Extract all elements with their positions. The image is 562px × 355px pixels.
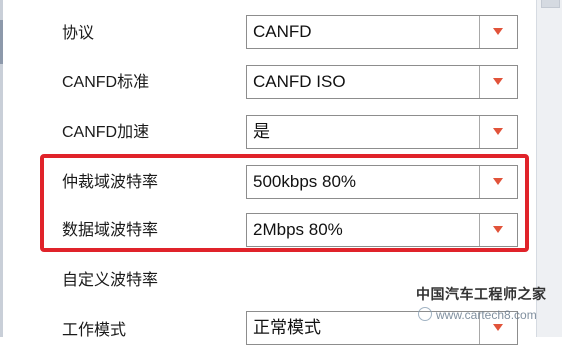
canfd-standard-dropdown[interactable]: CANFD ISO	[246, 65, 518, 99]
canfd-standard-label: CANFD标准	[62, 74, 150, 91]
triangle-down-icon	[493, 78, 503, 85]
watermark-title: 中国汽车工程师之家	[416, 287, 547, 303]
protocol-row: 协议 CANFD	[0, 8, 536, 58]
work-mode-value: 正常模式	[253, 318, 321, 337]
triangle-down-icon	[493, 178, 503, 185]
canfd-standard-value: CANFD ISO	[253, 72, 346, 91]
watermark: 中国汽车工程师之家 www.cartech8.com	[416, 284, 562, 334]
scrollbar-thumb[interactable]	[541, 0, 560, 8]
triangle-down-icon	[493, 128, 503, 135]
canfd-accel-dropdown[interactable]: 是	[246, 115, 518, 149]
arbitration-baud-dropdown-button[interactable]	[479, 166, 517, 198]
data-baud-label: 数据域波特率	[62, 222, 159, 239]
work-mode-label: 工作模式	[62, 322, 127, 339]
data-baud-dropdown[interactable]: 2Mbps 80%	[246, 213, 518, 247]
arbitration-baud-row: 仲裁域波特率 500kbps 80%	[0, 158, 536, 208]
triangle-down-icon	[493, 28, 503, 35]
data-baud-dropdown-button[interactable]	[479, 214, 517, 246]
globe-icon	[418, 307, 432, 321]
canfd-standard-dropdown-button[interactable]	[479, 66, 517, 98]
canfd-accel-row: CANFD加速 是	[0, 108, 536, 158]
protocol-dropdown-button[interactable]	[479, 16, 517, 48]
canfd-accel-value: 是	[253, 122, 270, 141]
data-baud-row: 数据域波特率 2Mbps 80%	[0, 206, 536, 256]
canfd-accel-label: CANFD加速	[62, 124, 150, 141]
protocol-label: 协议	[62, 25, 95, 42]
triangle-down-icon	[493, 226, 503, 233]
arbitration-baud-value: 500kbps 80%	[253, 172, 357, 191]
canfd-accel-dropdown-button[interactable]	[479, 116, 517, 148]
data-baud-value: 2Mbps 80%	[253, 220, 343, 239]
watermark-url: www.cartech8.com	[436, 308, 537, 322]
custom-baud-label[interactable]: 自定义波特率	[62, 271, 158, 291]
arbitration-baud-dropdown[interactable]: 500kbps 80%	[246, 165, 518, 199]
arbitration-baud-label: 仲裁域波特率	[62, 174, 159, 191]
protocol-value: CANFD	[253, 22, 312, 41]
protocol-dropdown[interactable]: CANFD	[246, 15, 518, 49]
canfd-standard-row: CANFD标准 CANFD ISO	[0, 58, 536, 108]
